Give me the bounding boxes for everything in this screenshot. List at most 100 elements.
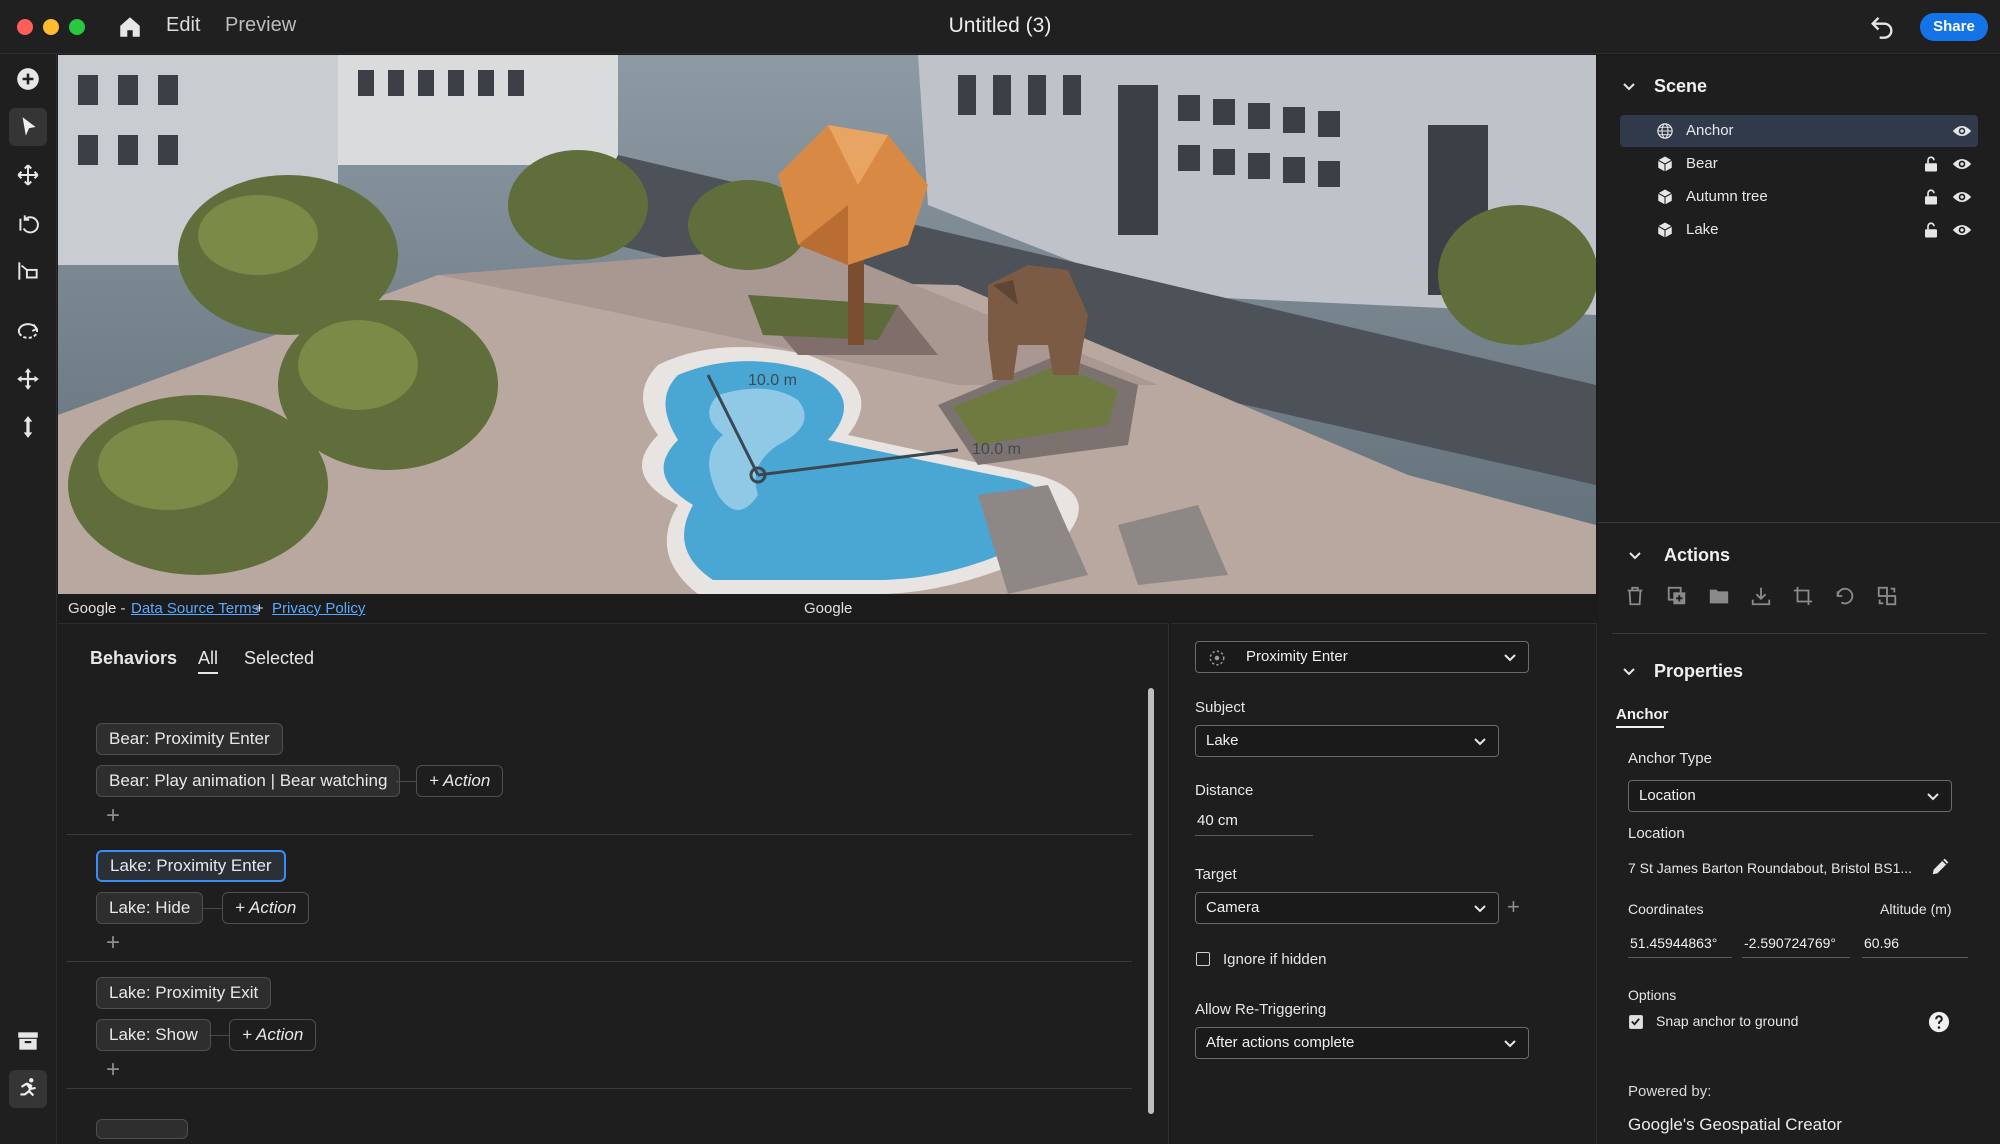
- pan-tool[interactable]: [9, 360, 47, 398]
- add-behavior-plus[interactable]: +: [106, 929, 120, 957]
- running-person-icon: [20, 1078, 36, 1097]
- scene-item-label: Anchor: [1686, 122, 1734, 139]
- unlock-icon[interactable]: [1922, 155, 1940, 173]
- behavior-action-chip[interactable]: Lake: Show: [96, 1019, 211, 1051]
- eye-icon[interactable]: [1952, 156, 1972, 172]
- scene-item-autumn-tree[interactable]: Autumn tree: [1620, 181, 1978, 213]
- distance-input[interactable]: 40 cm: [1195, 810, 1313, 836]
- orbit-icon: [17, 323, 39, 339]
- actions-title: Actions: [1664, 545, 1731, 565]
- longitude-input[interactable]: -2.590724769°: [1742, 932, 1850, 958]
- coordinates-label: Coordinates: [1628, 901, 1704, 917]
- scene-viewport[interactable]: 10.0 m 10.0 m: [58, 55, 1596, 594]
- scene-item-label: Lake: [1686, 221, 1719, 238]
- menu-preview[interactable]: Preview: [225, 14, 296, 37]
- left-toolbar: [0, 54, 57, 1144]
- tab-all-underline: [198, 672, 218, 674]
- latitude-input[interactable]: 51.45944863°: [1628, 932, 1732, 958]
- scene-item-bear[interactable]: Bear: [1620, 148, 1978, 180]
- anchor-type-dropdown[interactable]: Location: [1628, 780, 1952, 812]
- unlock-icon[interactable]: [1922, 188, 1940, 206]
- add-action-button[interactable]: + Action: [229, 1019, 317, 1051]
- crop-icon[interactable]: [1792, 585, 1814, 607]
- trigger-type-dropdown[interactable]: Proximity Enter: [1195, 641, 1529, 673]
- tab-selected[interactable]: Selected: [244, 648, 314, 669]
- tab-all[interactable]: All: [198, 648, 218, 669]
- scene-divider: [1598, 522, 2000, 523]
- eye-icon[interactable]: [1952, 123, 1972, 139]
- add-object-tool[interactable]: [9, 60, 47, 98]
- target-dropdown[interactable]: Camera: [1195, 892, 1499, 924]
- eye-icon[interactable]: [1952, 222, 1972, 238]
- altitude-label: Altitude (m): [1880, 901, 1952, 917]
- behaviors-panel: Behaviors All Selected Bear: Proximity E…: [58, 623, 1169, 1144]
- dolly-tool[interactable]: [9, 408, 47, 446]
- right-panel: Scene Anchor Bear Autumn tree Lake Actio…: [1598, 55, 2000, 1144]
- unlock-icon[interactable]: [1922, 221, 1940, 239]
- add-behavior-plus[interactable]: +: [106, 802, 120, 830]
- scene-item-anchor[interactable]: Anchor: [1620, 115, 1978, 147]
- vertical-arrows-icon: [23, 416, 33, 438]
- ignore-hidden-checkbox[interactable]: [1196, 952, 1210, 966]
- eye-icon[interactable]: [1952, 189, 1972, 205]
- actions-collapse-chevron-icon[interactable]: [1628, 549, 1642, 563]
- subject-dropdown[interactable]: Lake: [1195, 725, 1499, 757]
- add-action-button[interactable]: + Action: [416, 765, 504, 797]
- behavior-trigger-chip[interactable]: Bear: Proximity Enter: [96, 723, 283, 755]
- properties-tab-anchor[interactable]: Anchor: [1616, 706, 1669, 723]
- behaviors-scrollbar[interactable]: [1148, 688, 1154, 1114]
- document-title: Untitled (3): [948, 14, 1052, 37]
- menu-edit[interactable]: Edit: [166, 14, 200, 37]
- scene-item-label: Bear: [1686, 155, 1718, 172]
- behavior-trigger-chip-partial[interactable]: [96, 1119, 188, 1139]
- privacy-policy-link[interactable]: Privacy Policy: [272, 600, 365, 617]
- home-icon[interactable]: [117, 14, 143, 40]
- chevron-down-icon: [1474, 738, 1486, 746]
- replace-icon[interactable]: [1876, 585, 1898, 607]
- cube-icon: [1657, 156, 1673, 172]
- scale-tool[interactable]: [9, 252, 47, 290]
- assets-tool[interactable]: [9, 1022, 47, 1060]
- folder-icon[interactable]: [1708, 585, 1730, 607]
- behavior-trigger-chip[interactable]: Lake: Proximity Exit: [96, 977, 272, 1009]
- behavior-trigger-chip-selected[interactable]: Lake: Proximity Enter: [96, 850, 286, 882]
- altitude-input[interactable]: 60.96: [1862, 932, 1968, 958]
- select-tool[interactable]: [9, 108, 47, 146]
- share-button[interactable]: Share: [1920, 13, 1988, 41]
- data-source-terms-link[interactable]: Data Source Terms: [131, 600, 259, 617]
- attribution-google: Google -: [68, 600, 126, 617]
- help-icon[interactable]: [1928, 1011, 1950, 1033]
- download-icon[interactable]: [1750, 585, 1772, 607]
- pointer-icon: [22, 117, 36, 136]
- duplicate-icon[interactable]: [1666, 585, 1688, 607]
- window-minimize-button[interactable]: [43, 19, 59, 35]
- properties-collapse-chevron-icon[interactable]: [1622, 665, 1636, 679]
- powered-by-label: Powered by:: [1628, 1083, 1712, 1100]
- window-close-button[interactable]: [17, 19, 33, 35]
- scene-item-lake[interactable]: Lake: [1620, 214, 1978, 246]
- window-maximize-button[interactable]: [69, 19, 85, 35]
- retrigger-dropdown[interactable]: After actions complete: [1195, 1027, 1529, 1059]
- reset-icon[interactable]: [1834, 585, 1856, 607]
- add-action-button[interactable]: + Action: [222, 892, 310, 924]
- orbit-tool[interactable]: [9, 312, 47, 350]
- behavior-separator: [66, 1088, 1132, 1089]
- checkmark-icon: [1631, 1018, 1640, 1026]
- scene-collapse-chevron-icon[interactable]: [1622, 80, 1636, 94]
- snap-to-ground-label: Snap anchor to ground: [1656, 1013, 1799, 1029]
- pencil-icon[interactable]: [1930, 855, 1952, 877]
- add-target-plus[interactable]: +: [1507, 894, 1520, 920]
- behavior-action-chip[interactable]: Bear: Play animation | Bear watching: [96, 765, 401, 797]
- trash-icon[interactable]: [1624, 585, 1646, 607]
- ignore-hidden-label: Ignore if hidden: [1223, 951, 1327, 968]
- rotate-tool[interactable]: [9, 204, 47, 242]
- snap-to-ground-checkbox[interactable]: [1629, 1015, 1643, 1029]
- powered-by-value: Google's Geospatial Creator: [1628, 1115, 1842, 1134]
- viewport-scene-illustration: [58, 55, 1596, 594]
- undo-icon[interactable]: [1868, 12, 1896, 40]
- behavior-action-chip[interactable]: Lake: Hide: [96, 892, 204, 924]
- move-tool[interactable]: [9, 156, 47, 194]
- subject-label: Subject: [1195, 699, 1246, 716]
- add-behavior-plus[interactable]: +: [106, 1056, 120, 1084]
- behaviors-tool[interactable]: [9, 1070, 47, 1108]
